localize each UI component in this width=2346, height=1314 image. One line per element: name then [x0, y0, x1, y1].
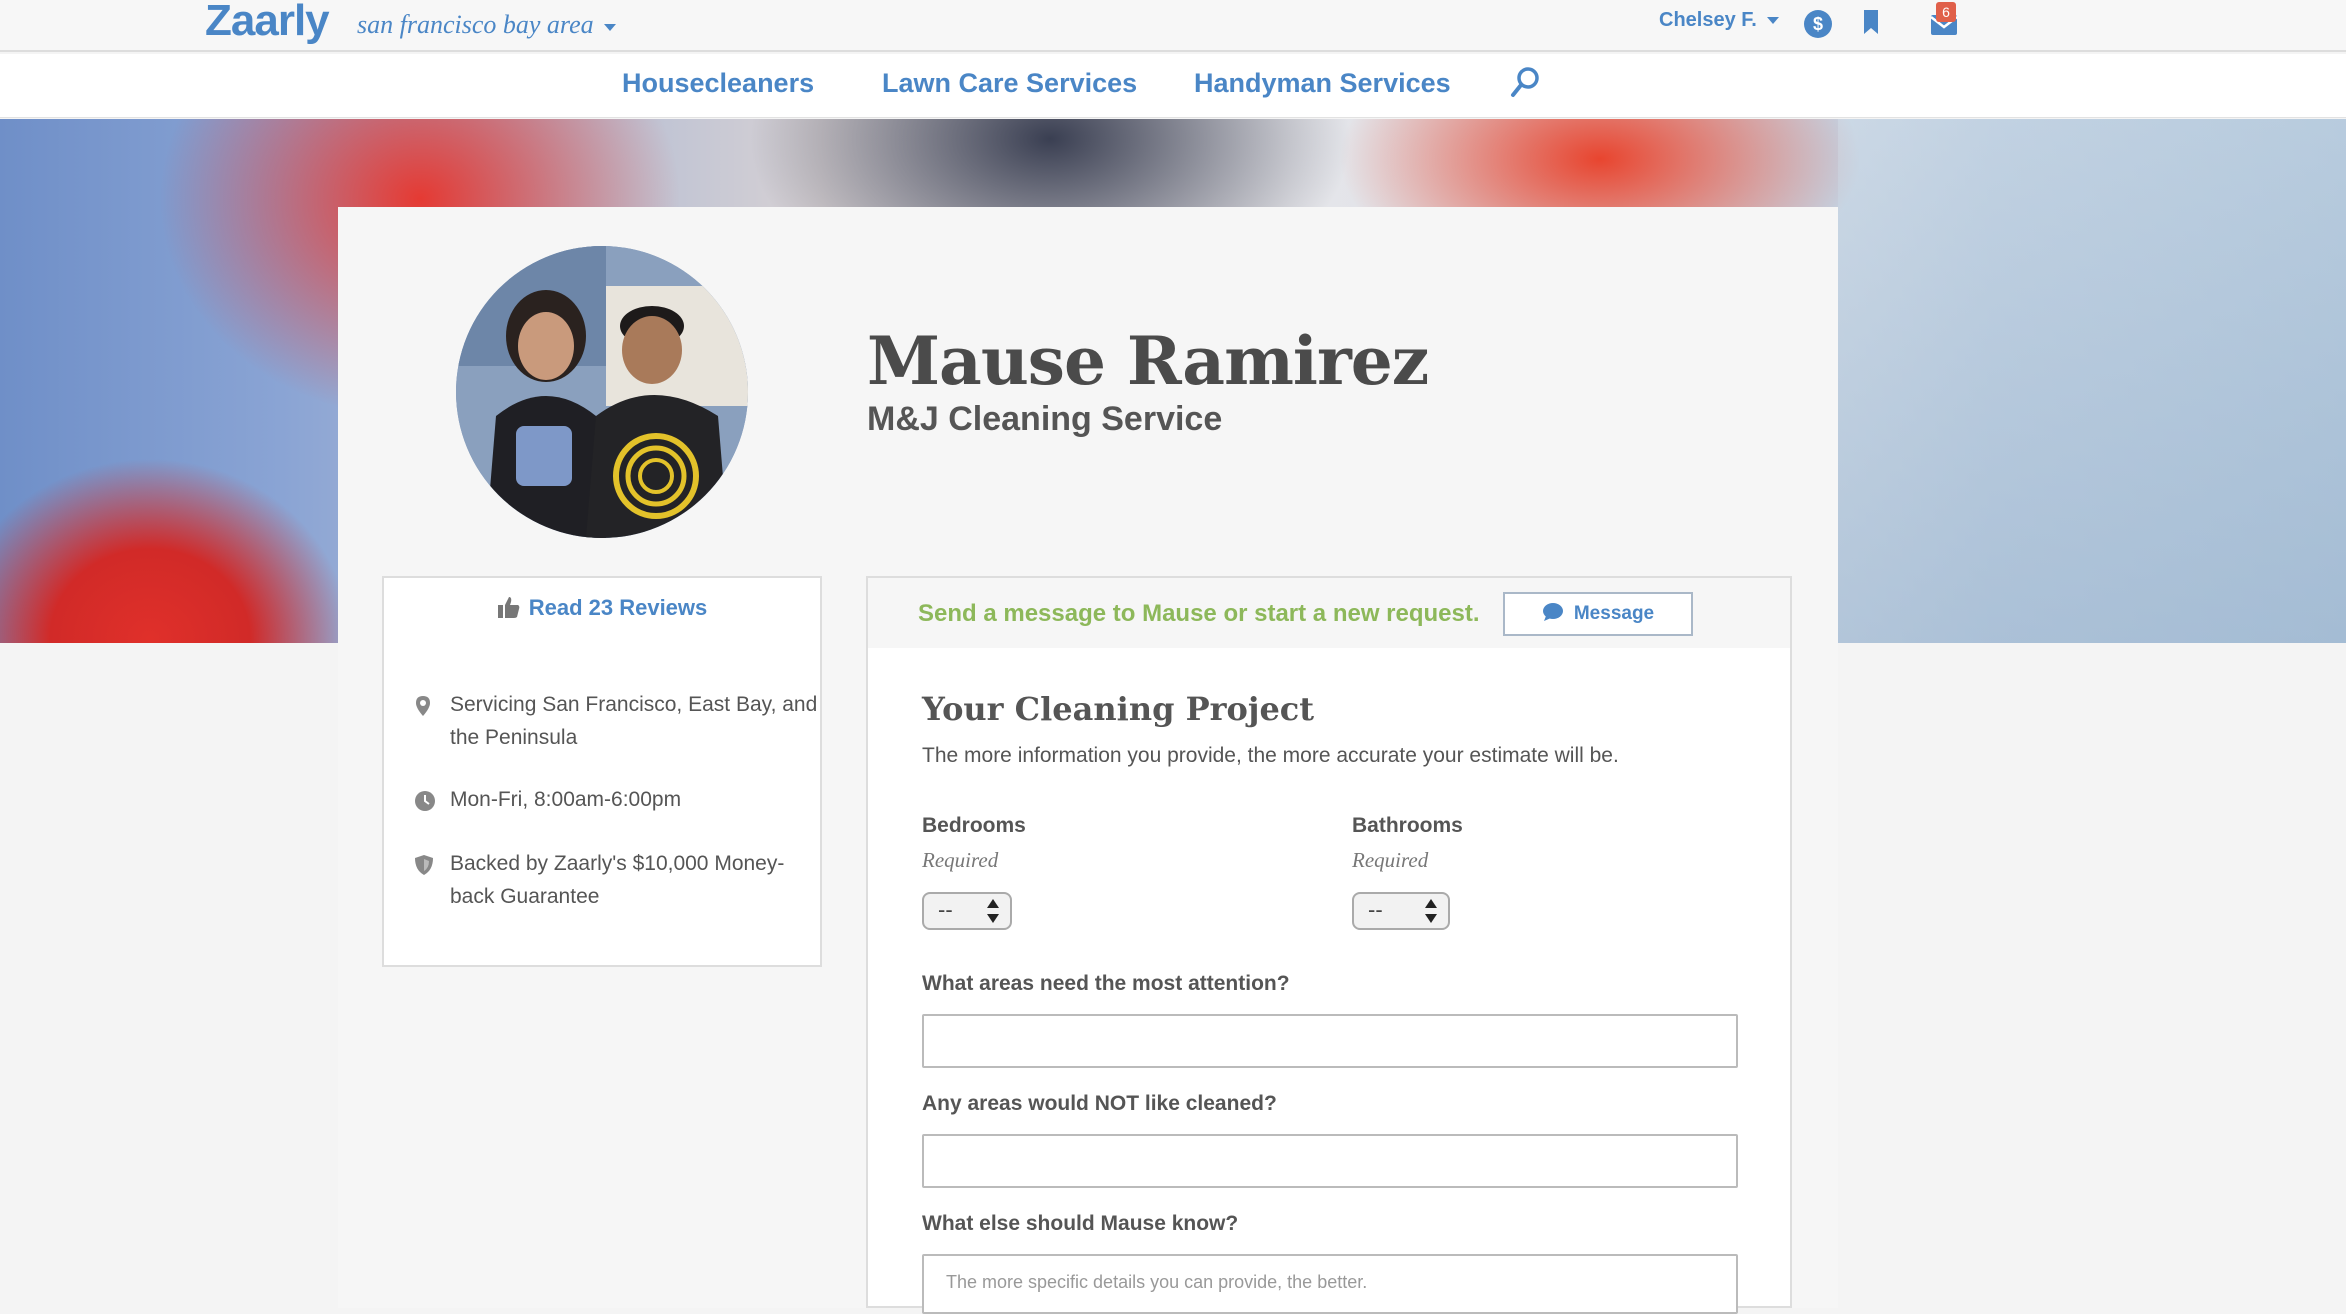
- else-placeholder: The more specific details you can provid…: [946, 1272, 1368, 1292]
- stepper-arrows-icon: [986, 898, 1000, 933]
- chat-bubble-icon: [1542, 597, 1564, 637]
- chevron-down-icon: [603, 23, 616, 31]
- bedrooms-label: Bedrooms: [922, 814, 1026, 837]
- nav-housecleaners[interactable]: Housecleaners: [622, 68, 814, 99]
- user-menu[interactable]: Chelsey F.: [1659, 9, 1779, 32]
- reviews-box: Read 23 Reviews: [382, 576, 822, 642]
- bathrooms-stepper-value: --: [1368, 897, 1383, 922]
- read-reviews-label: Read 23 Reviews: [528, 595, 708, 620]
- message-bar: Send a message to Mause or start a new r…: [866, 576, 1792, 650]
- form-title: Your Cleaning Project: [922, 690, 1315, 728]
- message-button[interactable]: Message: [1503, 592, 1693, 636]
- clock-icon: [414, 789, 436, 822]
- service-area-text: Servicing San Francisco, East Bay, and t…: [450, 693, 818, 749]
- search-icon[interactable]: [1510, 66, 1540, 105]
- bedrooms-stepper[interactable]: --: [922, 892, 1012, 930]
- else-textarea[interactable]: The more specific details you can provid…: [922, 1254, 1738, 1314]
- bathrooms-label: Bathrooms: [1352, 814, 1463, 837]
- top-bar: Zaarly san francisco bay area Chelsey F.…: [0, 0, 2346, 52]
- zaarly-logo[interactable]: Zaarly: [205, 0, 330, 46]
- category-nav: Housecleaners Lawn Care Services Handyma…: [0, 54, 2346, 118]
- avatar: [456, 246, 748, 538]
- bathrooms-required: Required: [1352, 848, 1429, 872]
- user-name: Chelsey F.: [1659, 9, 1757, 31]
- message-prompt: Send a message to Mause or start a new r…: [918, 600, 1480, 627]
- guarantee-text: Backed by Zaarly's $10,000 Money-back Gu…: [450, 852, 785, 908]
- nav-handyman[interactable]: Handyman Services: [1194, 68, 1451, 99]
- bookmark-icon[interactable]: [1862, 10, 1880, 41]
- info-box: Servicing San Francisco, East Bay, and t…: [382, 640, 822, 967]
- nav-lawn-care[interactable]: Lawn Care Services: [882, 68, 1137, 99]
- shield-icon: [414, 853, 434, 886]
- message-button-label: Message: [1573, 603, 1655, 624]
- not-cleaned-input[interactable]: [922, 1134, 1738, 1188]
- else-label: What else should Mause know?: [922, 1212, 1239, 1235]
- company-name: M&J Cleaning Service: [867, 400, 1223, 438]
- read-reviews-link[interactable]: Read 23 Reviews: [497, 595, 708, 625]
- attention-label: What areas need the most attention?: [922, 972, 1290, 995]
- attention-input[interactable]: [922, 1014, 1738, 1068]
- stepper-arrows-icon: [1424, 898, 1438, 933]
- bedrooms-required: Required: [922, 848, 999, 872]
- chevron-down-icon: [1766, 17, 1779, 25]
- not-cleaned-label: Any areas would NOT like cleaned?: [922, 1092, 1277, 1115]
- bedrooms-stepper-value: --: [938, 897, 953, 922]
- form-subtitle: The more information you provide, the mo…: [922, 744, 1619, 767]
- location-pin-icon: [414, 694, 432, 727]
- hours-text: Mon-Fri, 8:00am-6:00pm: [450, 788, 682, 811]
- bathrooms-stepper[interactable]: --: [1352, 892, 1450, 930]
- thumbs-up-icon: [497, 595, 521, 625]
- dollar-icon[interactable]: $: [1804, 10, 1832, 38]
- location-selector[interactable]: san francisco bay area: [357, 10, 616, 40]
- notification-badge: 6: [1936, 2, 1956, 22]
- project-form: Your Cleaning Project The more informati…: [866, 648, 1792, 1314]
- pro-name: Mause Ramirez: [867, 322, 1429, 400]
- location-label: san francisco bay area: [357, 10, 594, 39]
- hero-banner-overlay: [1838, 119, 2346, 643]
